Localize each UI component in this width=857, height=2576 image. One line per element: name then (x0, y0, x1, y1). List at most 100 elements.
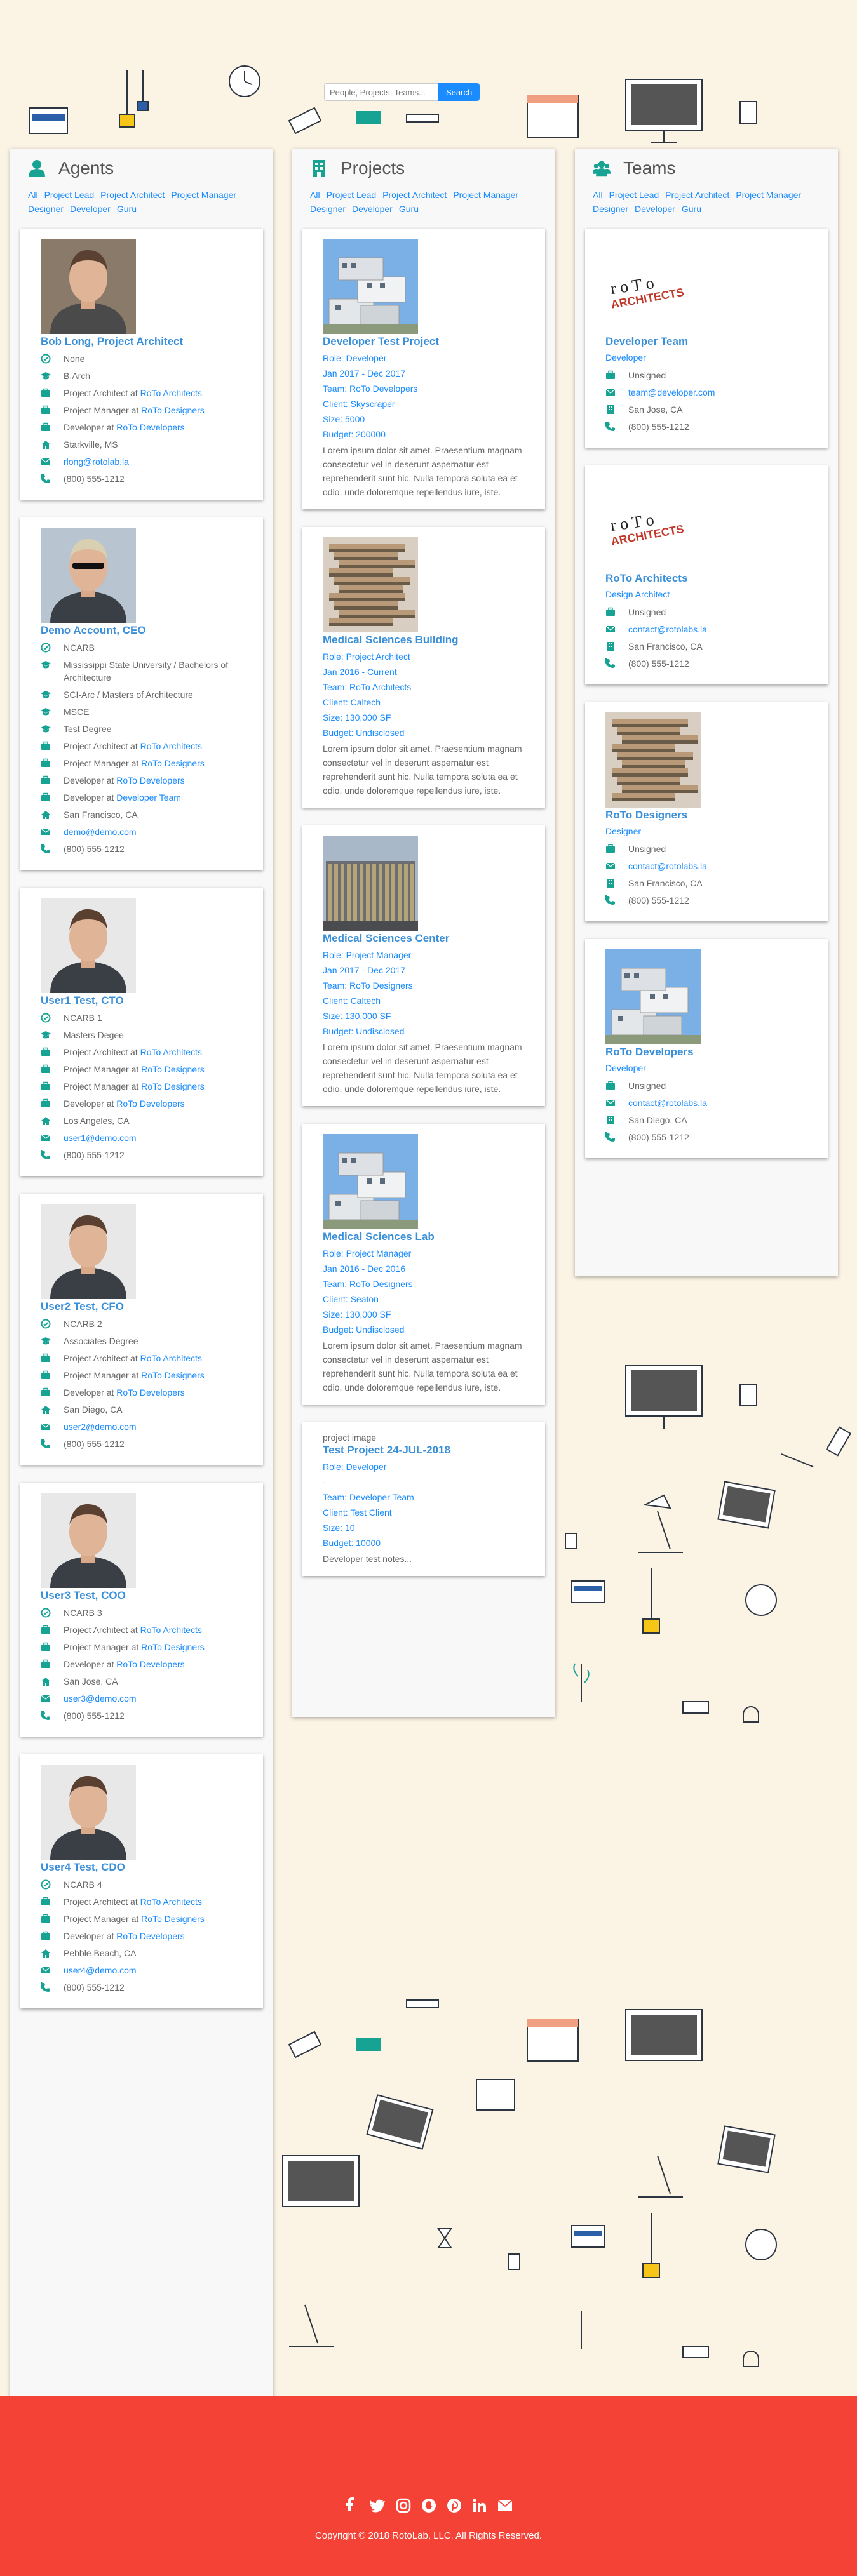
filter-link[interactable]: Guru (682, 202, 701, 216)
info-link[interactable]: RoTo Architects (140, 1047, 202, 1057)
info-link[interactable]: RoTo Architects (140, 1625, 202, 1635)
agent-name[interactable]: User2 Test, CFO (41, 1300, 243, 1313)
filter-link[interactable]: All (593, 188, 603, 202)
info-link[interactable]: RoTo Designers (141, 1642, 205, 1652)
info-row: Project Manager at RoTo Designers (41, 1063, 243, 1076)
info-label: Project Manager at (64, 1064, 142, 1074)
filter-link[interactable]: Guru (117, 202, 137, 216)
filter-link[interactable]: Project Architect (665, 188, 729, 202)
info-link[interactable]: user4@demo.com (64, 1965, 137, 1975)
info-link[interactable]: RoTo Designers (141, 1370, 205, 1380)
info-link[interactable]: contact@rotolabs.la (628, 1098, 707, 1108)
instagram-icon[interactable] (395, 2497, 412, 2514)
info-text: San Jose, CA (64, 1675, 118, 1688)
info-link[interactable]: RoTo Developers (116, 1931, 184, 1941)
info-link[interactable]: contact@rotolabs.la (628, 624, 707, 634)
agent-name[interactable]: Bob Long, Project Architect (41, 335, 243, 348)
filter-link[interactable]: Project Architect (100, 188, 165, 202)
search-input[interactable] (324, 83, 438, 101)
filter-link[interactable]: Designer (593, 202, 628, 216)
info-link[interactable]: RoTo Designers (141, 1081, 205, 1091)
filter-link[interactable]: All (28, 188, 38, 202)
info-link[interactable]: rlong@rotolab.la (64, 457, 129, 467)
info-link[interactable]: RoTo Designers (141, 405, 205, 415)
info-link[interactable]: RoTo Designers (141, 758, 205, 768)
team-name[interactable]: RoTo Developers (605, 1046, 807, 1058)
briefcase-icon (41, 1642, 50, 1651)
project-detail: Budget: 200000 (323, 429, 386, 439)
project-name[interactable]: Medical Sciences Center (323, 932, 525, 945)
search-bar: Search (324, 83, 480, 101)
info-link[interactable]: team@developer.com (628, 387, 715, 397)
project-name[interactable]: Medical Sciences Lab (323, 1231, 525, 1243)
filter-link[interactable]: Designer (310, 202, 346, 216)
filter-link[interactable]: Developer (635, 202, 675, 216)
info-text: Project Manager at RoTo Designers (64, 1080, 205, 1093)
filter-link[interactable]: Project Manager (736, 188, 801, 202)
filter-link[interactable]: Project Manager (171, 188, 236, 202)
info-text: Project Manager at RoTo Designers (64, 1641, 205, 1653)
agent-card: User1 Test, CTO NCARB 1 Masters Degee Proje… (20, 888, 263, 1176)
info-link[interactable]: RoTo Developers (116, 1098, 184, 1109)
info-link[interactable]: RoTo Architects (140, 1353, 202, 1363)
info-text: team@developer.com (628, 386, 715, 399)
filter-link[interactable]: Designer (28, 202, 64, 216)
info-link[interactable]: RoTo Designers (141, 1064, 205, 1074)
linkedin-icon[interactable] (471, 2497, 488, 2514)
briefcase-icon (41, 792, 50, 801)
info-link[interactable]: contact@rotolabs.la (628, 861, 707, 871)
info-link[interactable]: user1@demo.com (64, 1133, 137, 1143)
filter-link[interactable]: Project Lead (609, 188, 659, 202)
team-name[interactable]: Developer Team (605, 335, 807, 348)
info-label: (800) 555-1212 (64, 1982, 125, 1992)
teams-title: Teams (623, 158, 676, 178)
info-link[interactable]: RoTo Architects (140, 1897, 202, 1907)
facebook-icon[interactable] (344, 2497, 361, 2514)
info-link[interactable]: RoTo Developers (116, 1387, 184, 1398)
filter-link[interactable]: All (310, 188, 320, 202)
filter-link[interactable]: Project Lead (44, 188, 95, 202)
filter-link[interactable]: Project Architect (382, 188, 447, 202)
info-text: Project Architect at RoTo Architects (64, 1046, 202, 1058)
info-text: (800) 555-1212 (64, 843, 125, 855)
info-link[interactable]: RoTo Architects (140, 741, 202, 751)
filter-link[interactable]: Project Manager (453, 188, 518, 202)
info-link[interactable]: RoTo Architects (140, 388, 202, 398)
info-row: Developer at RoTo Developers (41, 1658, 243, 1671)
project-name[interactable]: Medical Sciences Building (323, 634, 525, 646)
info-link[interactable]: RoTo Developers (116, 775, 184, 785)
pinterest-icon[interactable] (446, 2497, 462, 2514)
info-label: Project Manager at (64, 405, 142, 415)
project-image (323, 239, 418, 334)
agent-name[interactable]: User3 Test, COO (41, 1589, 243, 1602)
avatar (41, 1493, 136, 1588)
search-button[interactable]: Search (438, 83, 480, 101)
filter-link[interactable]: Guru (399, 202, 419, 216)
envelope-icon (41, 1695, 51, 1702)
filter-link[interactable]: Project Lead (327, 188, 377, 202)
envelope-icon (605, 625, 616, 632)
info-link[interactable]: user3@demo.com (64, 1693, 137, 1704)
agent-name[interactable]: User4 Test, CDO (41, 1861, 243, 1874)
team-name[interactable]: RoTo Architects (605, 572, 807, 585)
info-link[interactable]: RoTo Developers (116, 422, 184, 432)
agent-name[interactable]: User1 Test, CTO (41, 994, 243, 1007)
briefcase-icon (41, 388, 50, 397)
snapchat-icon[interactable] (421, 2497, 437, 2514)
filter-link[interactable]: Developer (352, 202, 393, 216)
team-name[interactable]: RoTo Designers (605, 809, 807, 822)
twitter-icon[interactable] (369, 2497, 386, 2514)
info-link[interactable]: RoTo Developers (116, 1659, 184, 1669)
filter-link[interactable]: Developer (70, 202, 111, 216)
info-link[interactable]: RoTo Designers (141, 1914, 205, 1924)
info-link[interactable]: Developer Team (116, 792, 181, 803)
agent-name[interactable]: Demo Account, CEO (41, 624, 243, 637)
project-name[interactable]: Test Project 24-JUL-2018 (323, 1444, 525, 1457)
building-icon (607, 879, 614, 888)
info-link[interactable]: demo@demo.com (64, 827, 137, 837)
email-icon[interactable] (497, 2497, 513, 2514)
project-description: Lorem ipsum dolor sit amet. Praesentium … (323, 1340, 522, 1392)
project-name[interactable]: Developer Test Project (323, 335, 525, 348)
info-link[interactable]: user2@demo.com (64, 1422, 137, 1432)
info-text: Project Architect at RoTo Architects (64, 1624, 202, 1636)
